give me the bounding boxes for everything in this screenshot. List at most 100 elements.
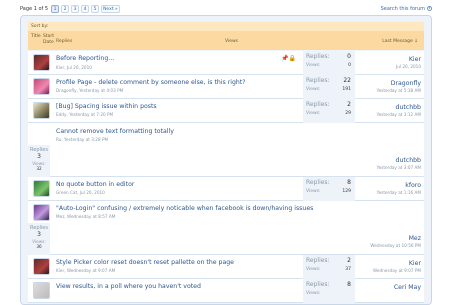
replies-count: 22 [343,77,351,84]
thread-stats: Replies: 8 Views: 129 [303,177,355,201]
col-views[interactable]: Views [225,39,238,44]
col-title[interactable]: Title [31,34,41,39]
replies-count: 0 [347,53,351,60]
last-message: dutchbb Yesterday at 3:07 AM [377,157,421,170]
last-user-link[interactable]: kforo [405,182,421,189]
thread-meta: Green Cat, Jul 20, 2010 [56,190,105,195]
thread-title[interactable]: View results, in a poll where you haven'… [56,283,201,290]
thread-row[interactable]: "Auto-Login" confusing / extremely notic… [28,201,424,255]
views-label: Views: [306,267,321,272]
replies-count: 8 [347,281,351,288]
views-label: Views: [306,189,321,194]
avatar[interactable] [33,54,50,71]
views-count: 37 [345,267,351,272]
thread-row[interactable]: Profile Page - delete comment by someone… [28,75,424,99]
replies-count: 2 [347,257,351,264]
replies-count: 8 [347,179,351,186]
replies-label: Replies: [306,257,330,264]
views-count: 32 [36,166,42,171]
thread-title[interactable]: "Auto-Login" confusing / extremely notic… [56,205,313,212]
last-message: dutchbb Yesterday at 3:12 AM [377,104,421,117]
replies-label: Replies: [306,281,330,288]
thread-stats: Replies: 22 Views: 191 [303,75,355,99]
thread-title[interactable]: [Bug] Spacing issue within posts [56,103,157,110]
thread-stats: Replies 3 Views: 36 [28,223,50,255]
thread-stats: Replies: 2 Views: 37 [303,255,355,279]
last-message: kforo Yesterday at 1:16 AM [377,182,421,195]
sort-bar: Sort by: [28,22,424,31]
thread-row[interactable]: View results, in a poll where you haven'… [28,279,424,303]
last-message: Mez Wednesday at 10:56 PM [370,235,421,248]
avatar[interactable] [33,180,50,197]
page-link-5[interactable]: 5 [91,4,100,13]
replies-count: 2 [347,101,351,108]
thread-row[interactable]: Cannot remove text formatting totally Ru… [28,123,424,177]
next-page-link[interactable]: Next » [101,4,120,13]
last-date[interactable]: Yesterday at 1:16 AM [377,190,421,195]
last-user-link[interactable]: Ceri May [394,284,421,291]
avatar[interactable] [33,258,50,275]
thread-title[interactable]: No quote button in editor [56,181,134,188]
last-message: Ceri May [394,284,421,291]
avatar[interactable] [33,204,50,221]
thread-title[interactable]: Cannot remove text formatting totally [56,128,174,135]
last-date[interactable]: Wednesday at 10:56 PM [370,243,421,248]
last-date[interactable]: Wednesday at 9:07 PM [373,268,421,273]
last-user-link[interactable]: dutchbb [396,104,421,111]
replies-label: Replies: [306,53,330,60]
replies-label: Replies: [306,179,330,186]
col-start-date[interactable]: Start Date [43,34,57,46]
last-user-link[interactable]: dutchbb [396,157,421,164]
last-date[interactable]: Yesterday at 3:07 AM [377,165,421,170]
views-label: Views: [306,291,321,296]
thread-meta: Mez, Wednesday at 8:57 AM [56,214,116,219]
page-link-3[interactable]: 3 [71,4,80,13]
thread-row[interactable]: Style Picker color reset doesn't reset p… [28,255,424,279]
avatar[interactable] [33,78,50,95]
avatar[interactable] [33,282,50,299]
avatar[interactable] [33,102,50,119]
thread-meta: Eddy, Yesterday at 7:20 PM [56,112,114,117]
views-label: Views: [306,111,321,116]
page-link-4[interactable]: 4 [81,4,90,13]
col-last-message[interactable]: Last Message ↓ [382,39,418,44]
search-forum-label: Search this forum [380,5,425,12]
thread-meta: Kier, Wednesday at 9:07 AM [56,268,116,273]
page-link-2[interactable]: 2 [61,4,70,13]
thread-row[interactable]: No quote button in editor Green Cat, Jul… [28,177,424,201]
sticky-locked-icon: 📌🔒 [281,55,296,62]
views-label: Views: [306,63,321,68]
thread-list-header: Title Start Date Replies Views Last Mess… [28,31,424,50]
thread-list: Before Reporting... Kier, Jul 20, 2010 📌… [28,51,424,303]
last-date[interactable]: Jul 20, 2010 [396,64,421,69]
last-date[interactable]: Yesterday at 3:12 AM [377,112,421,117]
top-bar: Page 1 of 5 1 2 3 4 5 Next » Search this… [20,3,432,14]
views-count: 129 [342,189,351,194]
page-count-label: Page 1 of 5 [20,5,49,12]
replies-label: Replies: [306,77,330,84]
thread-title[interactable]: Before Reporting... [56,55,114,62]
last-message: Kier Jul 20, 2010 [396,56,421,69]
thread-stats: Replies: 2 Views: 29 [303,99,355,123]
sort-label: Sort by: [31,24,49,29]
search-forum-link[interactable]: Search this forum ▾ [381,6,432,12]
page-link-1[interactable]: 1 [51,4,60,13]
thread-meta: Dragonfly, Yesterday at 4:03 PM [56,88,124,93]
thread-meta: Kier, Jul 20, 2010 [56,65,92,70]
last-message: Dragonfly Yesterday at 5:38 AM [377,80,421,93]
last-user-link[interactable]: Mez [409,235,421,242]
thread-title[interactable]: Profile Page - delete comment by someone… [56,79,246,86]
thread-row[interactable]: [Bug] Spacing issue within posts Eddy, Y… [28,99,424,123]
last-user-link[interactable]: Kier [409,56,421,63]
replies-label: Replies: [306,101,330,108]
views-count: 29 [345,111,351,116]
last-user-link[interactable]: Kier [409,260,421,267]
thread-title[interactable]: Style Picker color reset doesn't reset p… [56,259,234,266]
col-replies[interactable]: Replies [56,39,72,44]
last-user-link[interactable]: Dragonfly [391,80,421,87]
thread-stats: Replies: 0 Views: 0 [303,51,355,75]
views-count: 191 [342,87,351,92]
last-date[interactable]: Yesterday at 5:38 AM [377,88,421,93]
last-message: Kier Wednesday at 9:07 PM [373,260,421,273]
thread-row[interactable]: Before Reporting... Kier, Jul 20, 2010 📌… [28,51,424,75]
